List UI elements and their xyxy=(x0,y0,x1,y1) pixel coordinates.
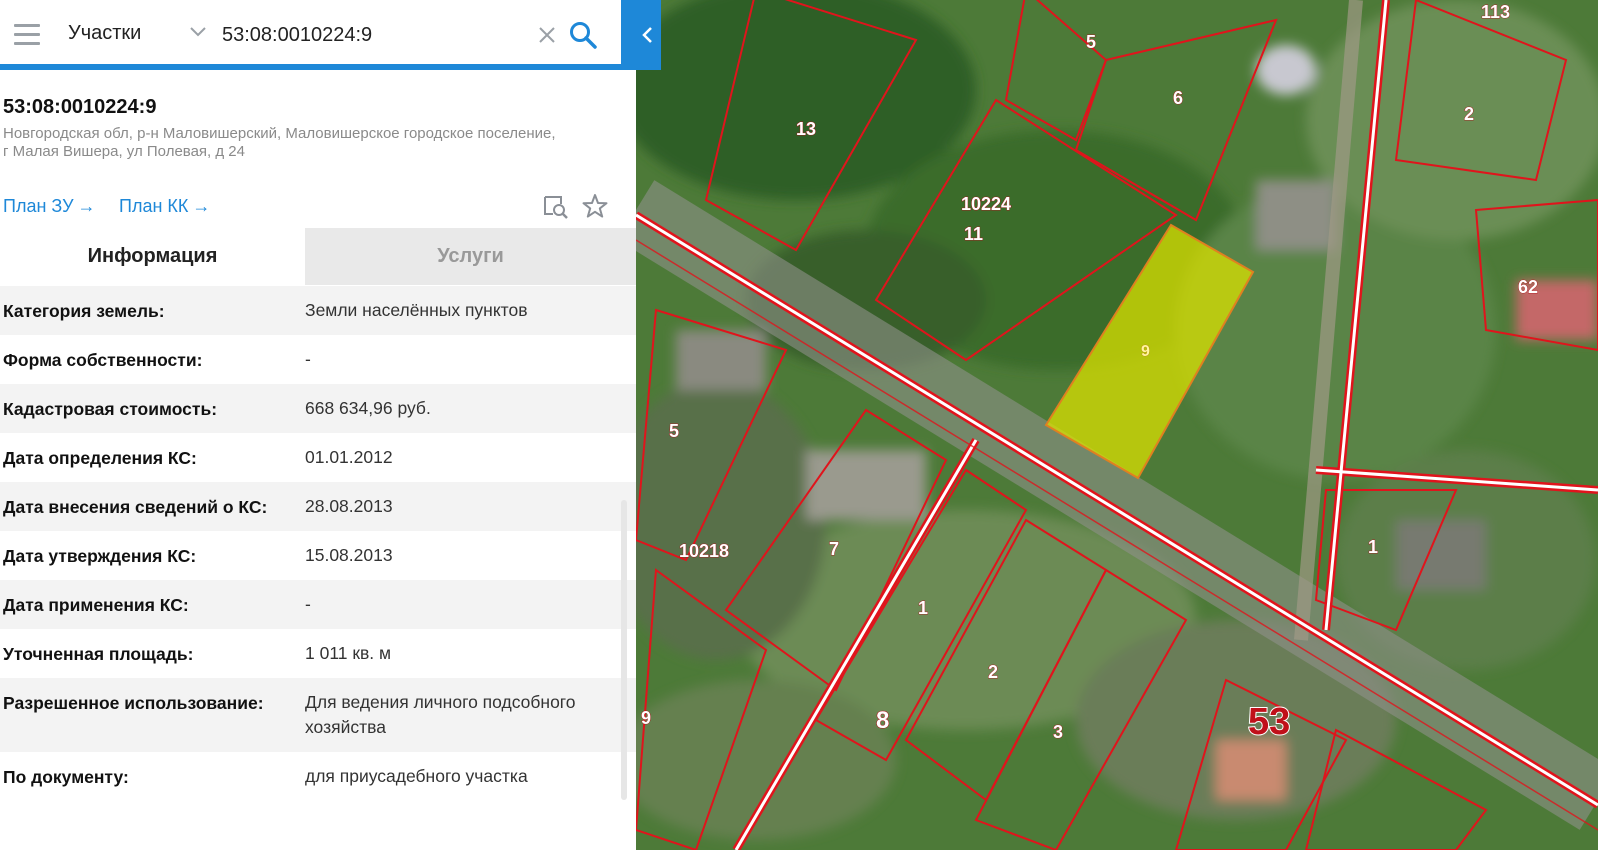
search-icon[interactable] xyxy=(568,20,598,50)
info-value: 1 011 кв. м xyxy=(305,643,392,663)
info-label: Дата утверждения КС: xyxy=(3,546,197,566)
info-row: Дата утверждения КС: 15.08.2013 xyxy=(0,531,636,580)
cadastral-number: 53:08:0010224:9 xyxy=(3,96,157,118)
map-label: 1 xyxy=(1368,537,1378,557)
map-label: 5 xyxy=(1086,32,1096,52)
info-label: Дата применения КС: xyxy=(3,595,189,615)
info-label: Дата внесения сведений о КС: xyxy=(3,497,268,517)
info-value: 01.01.2012 xyxy=(305,447,393,467)
info-value: 28.08.2013 xyxy=(305,496,393,516)
info-row: Дата определения КС: 01.01.2012 xyxy=(0,433,636,482)
plan-kk-link[interactable]: План КК → xyxy=(119,196,210,217)
info-row: Категория земель: Земли населённых пункт… xyxy=(0,286,636,335)
map-label: 62 xyxy=(1518,277,1538,297)
info-value: Земли населённых пунктов xyxy=(305,300,528,320)
tab-info[interactable]: Информация xyxy=(0,228,305,285)
parcel-header: 53:08:0010224:9 Новгородская обл, р-н Ма… xyxy=(3,96,623,161)
info-label: Кадастровая стоимость: xyxy=(3,399,218,419)
cadastral-map[interactable]: 113 5 13 6 2 10224 11 62 5 10218 7 1 1 2… xyxy=(636,0,1598,850)
info-label: По документу: xyxy=(3,767,129,787)
close-icon[interactable] xyxy=(536,24,558,46)
district-label: 53 xyxy=(1248,701,1290,743)
collapse-panel-button[interactable] xyxy=(621,0,661,70)
view-on-map-icon[interactable] xyxy=(541,192,569,220)
map-label: 113 xyxy=(1481,2,1510,22)
tab-services[interactable]: Услуги xyxy=(305,228,636,285)
selected-parcel-label: 9 xyxy=(1141,343,1150,360)
chevron-down-icon[interactable] xyxy=(188,22,208,42)
arrow-right-icon: → xyxy=(77,196,96,216)
map-label: 7 xyxy=(829,539,839,559)
info-value: 668 634,96 руб. xyxy=(305,398,431,418)
map-label: 8 xyxy=(876,707,889,734)
arrow-right-icon: → xyxy=(192,196,211,216)
map-label: 10224 xyxy=(961,194,1011,214)
info-row: По документу: для приусадебного участка xyxy=(0,752,636,801)
info-label: Уточненная площадь: xyxy=(3,644,194,664)
star-icon[interactable] xyxy=(581,192,609,220)
plan-zu-link[interactable]: План ЗУ → xyxy=(3,196,96,217)
map-label: 11 xyxy=(964,224,983,244)
scrollbar[interactable] xyxy=(621,500,627,800)
map-label: 13 xyxy=(796,119,816,139)
plan-kk-label: План КК xyxy=(119,196,189,216)
info-value: 15.08.2013 xyxy=(305,545,393,565)
info-row: Кадастровая стоимость: 668 634,96 руб. xyxy=(0,384,636,433)
map-label: 3 xyxy=(1053,722,1063,742)
info-label: Категория земель: xyxy=(3,301,165,321)
map-label: 9 xyxy=(641,708,651,728)
layer-select[interactable]: Участки xyxy=(68,22,141,45)
info-label: Дата определения КС: xyxy=(3,448,197,468)
search-input[interactable] xyxy=(222,18,522,52)
menu-icon[interactable] xyxy=(14,24,40,46)
info-row: Разрешенное использование: Для ведения л… xyxy=(0,678,636,752)
info-panel: Участки 53:08:0010224:9 Новгородская обл… xyxy=(0,0,636,850)
info-table: Категория земель: Земли населённых пункт… xyxy=(0,286,636,801)
chevron-left-icon xyxy=(642,27,652,43)
map-label: 2 xyxy=(988,662,998,682)
info-value: - xyxy=(305,349,311,369)
address-line: г Малая Вишера, ул Полевая, д 24 xyxy=(3,143,245,160)
map-label: 2 xyxy=(1464,104,1474,124)
map-canvas[interactable]: 113 5 13 6 2 10224 11 62 5 10218 7 1 1 2… xyxy=(636,0,1598,850)
map-label: 10218 xyxy=(679,541,729,561)
info-value: для приусадебного участка xyxy=(305,766,528,786)
search-bar: Участки xyxy=(0,0,621,70)
plan-links: План ЗУ → План КК → xyxy=(3,194,623,220)
info-row: Форма собственности: - xyxy=(0,335,636,384)
tab-bar: Информация Услуги xyxy=(0,228,636,285)
info-value: - xyxy=(305,594,311,614)
map-label: 1 xyxy=(918,598,928,618)
map-label: 5 xyxy=(669,421,679,441)
info-row: Дата применения КС: - xyxy=(0,580,636,629)
address-line: Новгородская обл, р-н Маловишерский, Мал… xyxy=(3,125,556,142)
map-label: 6 xyxy=(1173,88,1183,108)
info-row: Дата внесения сведений о КС: 28.08.2013 xyxy=(0,482,636,531)
info-label: Форма собственности: xyxy=(3,350,203,370)
info-label: Разрешенное использование: xyxy=(3,693,264,713)
info-row: Уточненная площадь: 1 011 кв. м xyxy=(0,629,636,678)
plan-zu-label: План ЗУ xyxy=(3,196,74,216)
info-value: Для ведения личного подсобного хозяйства xyxy=(305,692,576,737)
